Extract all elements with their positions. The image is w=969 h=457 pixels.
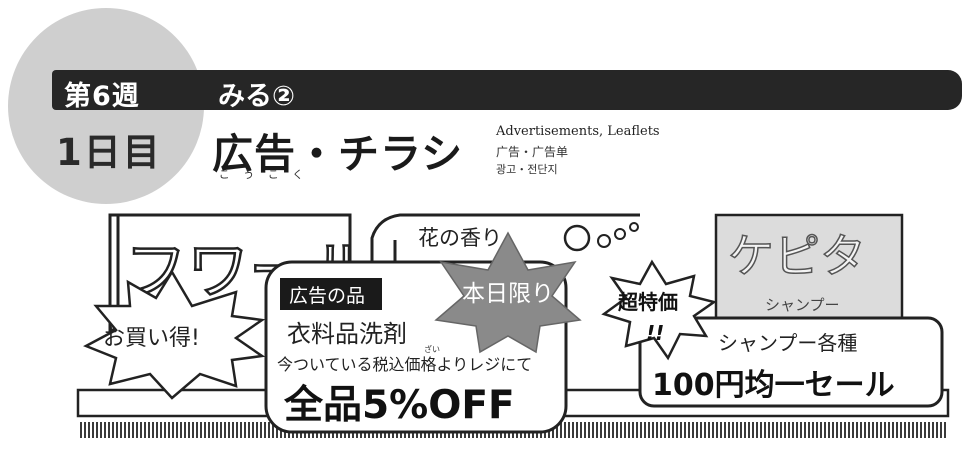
sign-center-deal: 全品5%OFF — [283, 383, 515, 428]
sign-center-tag: 広告の品 — [289, 285, 365, 307]
burst-left-text: お買い得! — [103, 326, 200, 351]
burst-right-mark: !! — [646, 321, 664, 345]
product-kepita-sub: シャンプー — [765, 296, 840, 314]
store-illustration: フワール 花の香り ケピタ シャンプー お買い得! 広告の品 衣料品洗剤 ざい … — [76, 212, 950, 438]
sign-right-deal: 100円均一セール — [652, 368, 895, 403]
burst-right-text: 超特価 — [617, 290, 678, 314]
product-kepita: ケピタ シャンプー — [714, 213, 904, 327]
sign-center-desc: 今ついている税込価格よりレジにて — [277, 355, 532, 374]
product-kepita-label: ケピタ — [728, 229, 866, 283]
sign-right-item: シャンプー各種 — [718, 331, 857, 355]
sign-center-item: 衣料品洗剤 — [287, 320, 407, 348]
sign-center-item-reading: ざい — [424, 344, 440, 354]
burst-center-text: 本日限り — [462, 281, 554, 307]
product-flower-label: 花の香り — [418, 226, 502, 250]
